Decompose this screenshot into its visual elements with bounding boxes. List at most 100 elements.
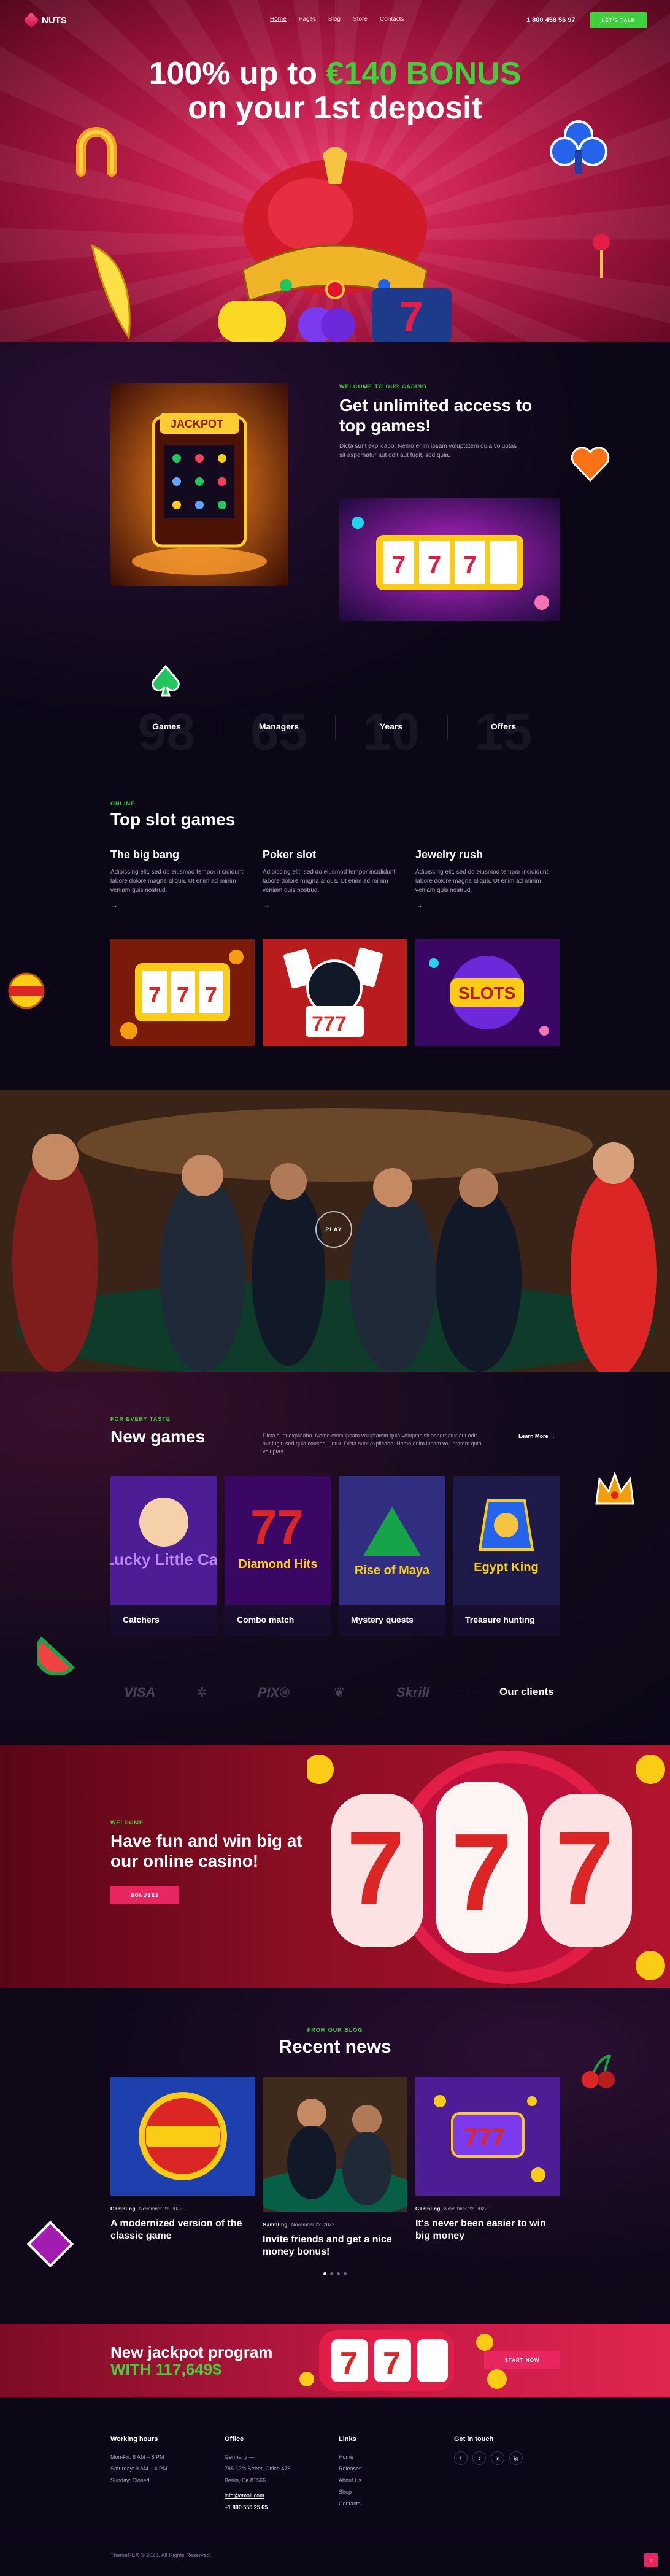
stat-number: 15 [474,703,533,761]
client-logo[interactable]: ❦ [334,1685,345,1701]
lets-talk-button[interactable]: Let's talk [590,12,647,28]
pagination-dot[interactable] [330,2272,333,2275]
diamond-hits-art: 77 Diamond Hits [225,1476,331,1605]
scroll-to-top-button[interactable]: ↑ [644,2553,658,2567]
pagination-dot[interactable] [344,2272,347,2275]
office-line: Germany — [225,2454,255,2460]
new-games-title: New games [110,1427,206,1446]
visa-logo[interactable]: VISA [124,1685,155,1701]
footer-links: Links Home Releases About Us Shop Contac… [339,2436,443,2510]
menu-item-pages[interactable]: Pages [299,16,316,23]
start-now-button[interactable]: Start now [484,2351,560,2369]
bonuses-button[interactable]: Bonuses [110,1886,179,1904]
game-card[interactable]: 77 Diamond Hits Combo match [225,1476,331,1636]
linkedin-icon[interactable]: in [491,2451,504,2465]
learn-more-link[interactable]: Learn More → [518,1433,555,1439]
footer-email[interactable]: info@email.com [225,2490,329,2502]
news-meta: Gambling November 22, 2022 [263,2222,407,2228]
hours-line: Mon-Fri: 8 AM – 8 PM [110,2454,164,2460]
news-headline[interactable]: Invite friends and get a nice money bonu… [263,2234,407,2258]
arrow-right-icon[interactable]: → [263,901,404,910]
stat-years: 10 Years [335,704,447,759]
poker-slot-image[interactable]: 777 [263,939,407,1046]
client-logo[interactable]: ✲ [196,1685,207,1701]
game-art-title: Lucky Little Cat [110,1550,217,1569]
arrow-right-icon[interactable]: → [415,901,556,910]
logo[interactable]: NUTS [23,12,67,28]
top-slots-section: Online Top slot games The big bang Adipi… [0,772,670,1090]
svg-text:7: 7 [392,552,406,579]
slot-item-title[interactable]: The big bang [110,848,252,861]
about-text: Dicta sunt explicabo. Nemo enim ipsam vo… [339,443,517,459]
hero-title-line2: on your 1st deposit [188,90,482,126]
main-menu: Home Pages Blog Store Contacts [270,16,404,23]
instagram-icon[interactable]: ig [509,2451,523,2465]
game-name: Mystery quests [351,1615,414,1624]
jackpot-amount: WITH 117,649$ [110,2360,221,2378]
news-category[interactable]: Gambling [263,2222,288,2228]
cherry-lollipop-icon [593,234,610,278]
game-art-title: Diamond Hits [239,1558,318,1571]
game-card[interactable]: Egypt King Treasure hunting [453,1476,560,1636]
pix-logo[interactable]: PIX® [258,1685,290,1701]
slot-item: Poker slot Adipiscing elit, sed do eiusm… [263,848,404,910]
menu-item-blog[interactable]: Blog [328,16,341,23]
news-category[interactable]: Gambling [110,2206,136,2212]
diamond-icon [26,2220,74,2268]
play-video-button[interactable]: PLAY [315,1211,352,1248]
pagination-dot[interactable] [323,2272,326,2275]
club-icon [550,120,607,174]
jackpot-title: New jackpot program WITH 117,649$ [110,2343,272,2378]
about-title: Get unlimited access to top games! [339,396,533,435]
new-games-section: For every taste New games Dicta sunt exp… [0,1372,670,1745]
facebook-icon[interactable]: f [454,2451,468,2465]
stat-number: 65 [250,703,308,761]
news-card[interactable]: Gambling November 22, 2022 A modernized … [110,2077,255,2242]
news-headline[interactable]: A modernized version of the classic game [110,2218,255,2242]
game-card[interactable]: Rise of Maya Mystery quests [339,1476,445,1636]
game-card[interactable]: Lucky Little Cat Catchers [110,1476,217,1636]
footer-link-about[interactable]: About Us [339,2475,443,2486]
footer-office: Office Germany — 785 12th Street, Office… [225,2436,329,2513]
header-phone[interactable]: 1 800 458 56 97 [526,17,576,24]
big-bang-slot-image[interactable]: 7 7 7 [110,939,255,1046]
footer-heading: Working hours [110,2436,158,2443]
news-card[interactable]: 777 Gambling November 22, 2022 It's neve… [415,2077,560,2242]
stat-number: 98 [137,703,196,761]
logo-text: NUTS [42,15,67,26]
game-name: Treasure hunting [465,1615,535,1624]
pagination-dot[interactable] [337,2272,340,2275]
menu-item-store[interactable]: Store [353,16,368,23]
cta-section: 7 7 7 Welcome Have fun and win big at ou… [0,1745,670,1988]
news-category[interactable]: Gambling [415,2206,441,2212]
news-card[interactable]: Gambling November 22, 2022 Invite friend… [249,2077,421,2258]
jackpot-machine-image: JACKPOT [110,383,288,586]
slot-item-text: Adipiscing elit, sed do eiusmod tempor i… [110,869,244,894]
twitter-icon[interactable]: t [472,2451,486,2465]
svg-text:7: 7 [340,2346,358,2382]
jackpot-line1: New jackpot program [110,2343,273,2361]
footer-link-shop[interactable]: Shop [339,2486,443,2498]
game-art-title: Rise of Maya [355,1564,430,1577]
footer-link-home[interactable]: Home [339,2451,443,2463]
footer-phone[interactable]: +1 800 555 25 65 [225,2502,329,2513]
footer-link-releases[interactable]: Releases [339,2463,443,2475]
about-section: JACKPOT Welcome to our casino Get unlimi… [0,342,670,772]
jewelry-rush-slot-image[interactable]: SLOTS [415,939,560,1046]
stat-offers: 15 Offers [447,704,560,759]
news-eyebrow: From our blog [307,2027,363,2033]
site-footer: Working hours Mon-Fri: 8 AM – 8 PM Satur… [0,2397,670,2576]
heart-icon [571,447,610,482]
footer-link-contacts[interactable]: Contacts [339,2498,443,2510]
footer-heading: Office [225,2436,244,2443]
footer-heading: Links [339,2436,356,2443]
menu-item-contacts[interactable]: Contacts [380,16,404,23]
menu-item-home[interactable]: Home [270,16,287,23]
slot-item-title[interactable]: Jewelry rush [415,848,556,861]
arrow-right-icon[interactable]: → [110,901,252,910]
footer-touch: Get in touch f t in ig [454,2436,558,2465]
skrill-logo[interactable]: Skrill [396,1685,429,1701]
fortune-wheel-image [110,2077,255,2196]
news-headline[interactable]: It's never been easier to win big money [415,2218,560,2242]
slot-item-title[interactable]: Poker slot [263,848,404,861]
